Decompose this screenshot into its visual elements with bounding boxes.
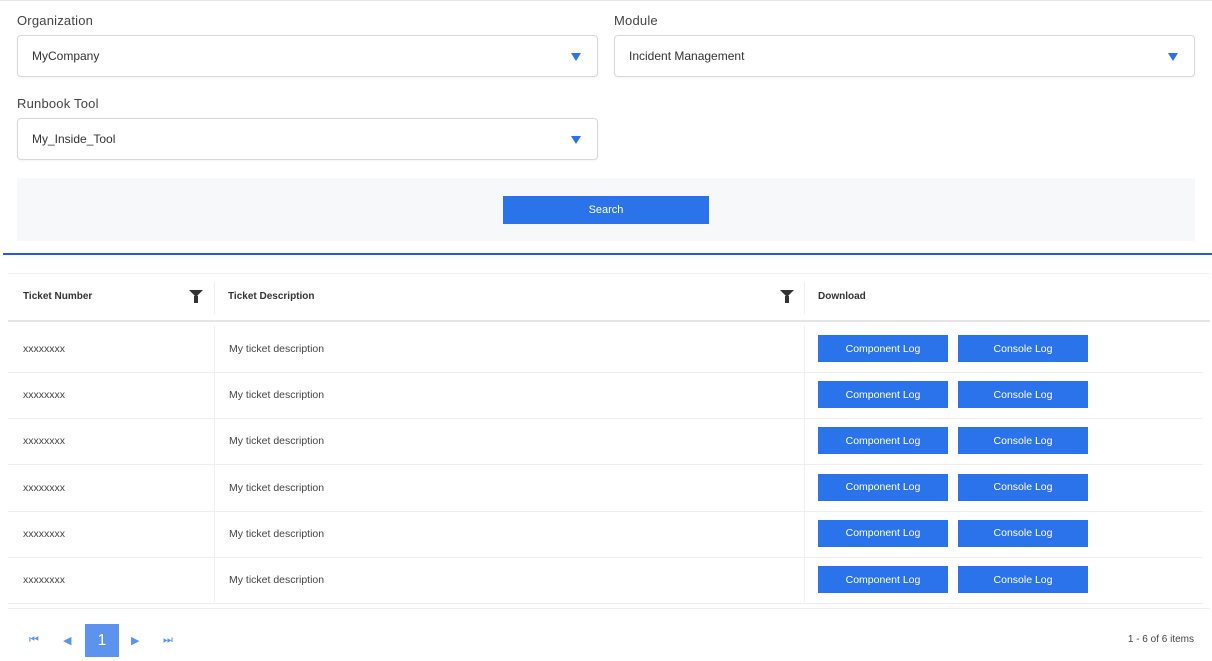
module-select[interactable]: Incident Management <box>614 35 1195 77</box>
pager-border <box>8 608 1210 609</box>
component-log-button[interactable]: Component Log <box>818 519 948 547</box>
filter-icon[interactable] <box>780 290 794 303</box>
divider <box>3 253 1212 255</box>
search-button[interactable]: Search <box>503 196 709 224</box>
table-row: xxxxxxxx My ticket description Component… <box>8 557 1203 604</box>
next-page-icon[interactable]: ▶ <box>131 634 139 647</box>
component-log-button[interactable]: Component Log <box>818 381 948 409</box>
console-log-button[interactable]: Console Log <box>958 566 1088 593</box>
ticket-description: My ticket description <box>229 389 325 402</box>
organization-select[interactable]: MyCompany <box>17 35 598 77</box>
ticket-number: xxxxxxxx <box>23 481 65 494</box>
ticket-number: xxxxxxxx <box>23 435 65 448</box>
last-page-icon[interactable]: ⏭ <box>163 634 173 647</box>
filter-icon[interactable] <box>189 290 203 303</box>
ticket-number: xxxxxxxx <box>23 343 65 355</box>
organization-label: Organization <box>17 13 94 28</box>
chevron-down-icon <box>571 53 581 61</box>
header-download: Download <box>818 291 866 302</box>
ticket-number: xxxxxxxx <box>23 527 65 540</box>
header-ticket-description: Ticket Description <box>228 291 315 302</box>
console-log-button[interactable]: Console Log <box>958 381 1088 409</box>
console-log-button[interactable]: Console Log <box>958 519 1088 547</box>
runbook-label: Runbook Tool <box>17 96 99 111</box>
table-row: xxxxxxxx My ticket description Component… <box>8 418 1203 466</box>
ticket-description: My ticket description <box>229 481 325 494</box>
prev-page-icon[interactable]: ◀ <box>63 634 71 647</box>
table-row: xxxxxxxx My ticket description Component… <box>8 511 1203 558</box>
table-row: xxxxxxxx My ticket description Component… <box>8 326 1203 373</box>
table-row: xxxxxxxx My ticket description Component… <box>8 372 1203 420</box>
ticket-description: My ticket description <box>229 527 325 540</box>
organization-value: MyCompany <box>32 49 100 63</box>
top-border <box>0 0 1212 1</box>
pager-info: 1 - 6 of 6 items <box>1127 634 1194 645</box>
console-log-button[interactable]: Console Log <box>958 335 1088 362</box>
chevron-down-icon <box>571 136 581 144</box>
ticket-number: xxxxxxxx <box>23 389 65 402</box>
module-label: Module <box>614 13 658 28</box>
console-log-button[interactable]: Console Log <box>958 427 1088 455</box>
table-row: xxxxxxxx My ticket description Component… <box>8 465 1203 512</box>
ticket-description: My ticket description <box>229 435 325 448</box>
runbook-value: My_Inside_Tool <box>32 132 116 146</box>
ticket-number: xxxxxxxx <box>23 574 65 586</box>
module-value: Incident Management <box>629 49 745 63</box>
console-log-button[interactable]: Console Log <box>958 473 1088 501</box>
ticket-description: My ticket description <box>229 574 325 586</box>
component-log-button[interactable]: Component Log <box>818 566 948 593</box>
header-ticket-number: Ticket Number <box>23 291 93 302</box>
component-log-button[interactable]: Component Log <box>818 473 948 501</box>
table-header: Ticket Number Ticket Description Downloa… <box>8 273 1210 322</box>
first-page-icon[interactable]: ⏮ <box>29 634 39 647</box>
component-log-button[interactable]: Component Log <box>818 427 948 455</box>
component-log-button[interactable]: Component Log <box>818 335 948 362</box>
runbook-select[interactable]: My_Inside_Tool <box>17 118 598 160</box>
ticket-description: My ticket description <box>229 343 325 355</box>
chevron-down-icon <box>1168 53 1178 61</box>
page-1-button[interactable]: 1 <box>85 624 119 657</box>
